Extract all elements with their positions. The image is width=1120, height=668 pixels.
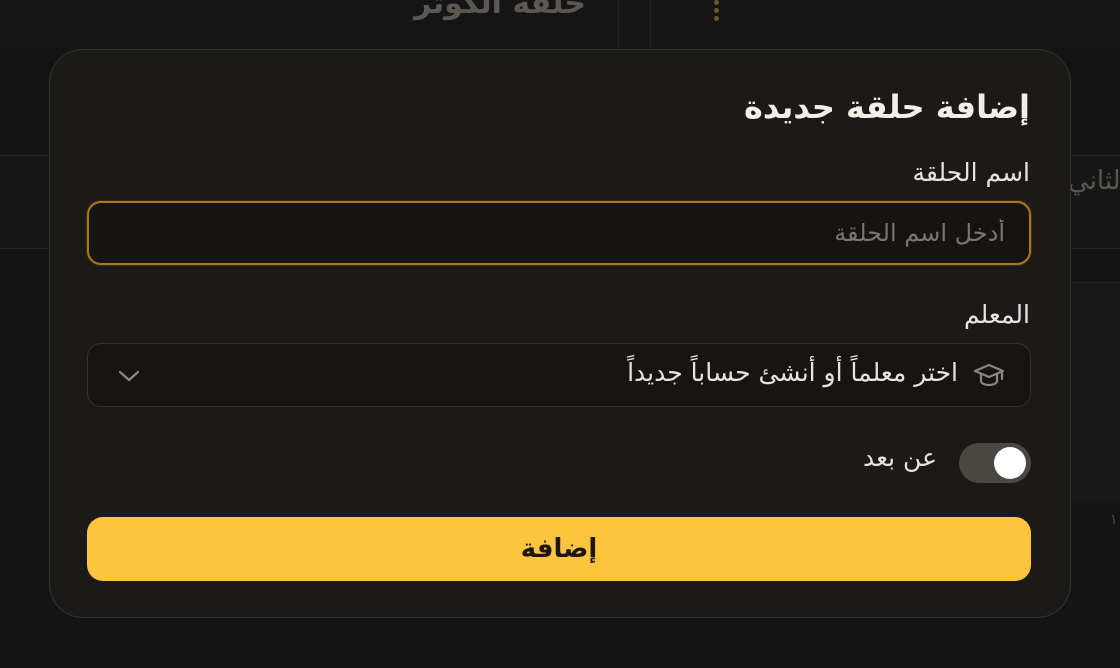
dialog-title: إضافة حلقة جديدة — [743, 88, 1030, 126]
toggle-knob — [994, 447, 1026, 479]
more-options-icon — [710, 0, 722, 22]
remote-toggle[interactable] — [959, 443, 1031, 483]
background-small-text: ١ — [1110, 512, 1118, 528]
remote-toggle-row: عن بعد — [771, 443, 1031, 483]
teacher-select-value: اختر معلماً أو أنشئ حساباً جديداً — [627, 358, 958, 387]
graduation-cap-icon — [972, 360, 1006, 390]
background-tab-label: الثاني — [1068, 166, 1120, 196]
circle-name-input[interactable] — [87, 201, 1031, 265]
remote-toggle-label: عن بعد — [862, 443, 937, 472]
teacher-select[interactable]: اختر معلماً أو أنشئ حساباً جديداً — [87, 343, 1031, 407]
chevron-down-icon — [116, 366, 142, 386]
background-page-title: حلقة الكوثر — [414, 0, 586, 21]
page: حلقة الكوثر الثاني ١ إضافة حلقة جديدة اس… — [0, 0, 1120, 668]
circle-name-label: اسم الحلقة — [912, 158, 1030, 187]
teacher-label: المعلم — [964, 300, 1030, 329]
add-button[interactable]: إضافة — [87, 517, 1031, 581]
background-side-panel — [1072, 282, 1120, 503]
add-circle-dialog: إضافة حلقة جديدة اسم الحلقة المعلم اختر … — [49, 49, 1071, 618]
